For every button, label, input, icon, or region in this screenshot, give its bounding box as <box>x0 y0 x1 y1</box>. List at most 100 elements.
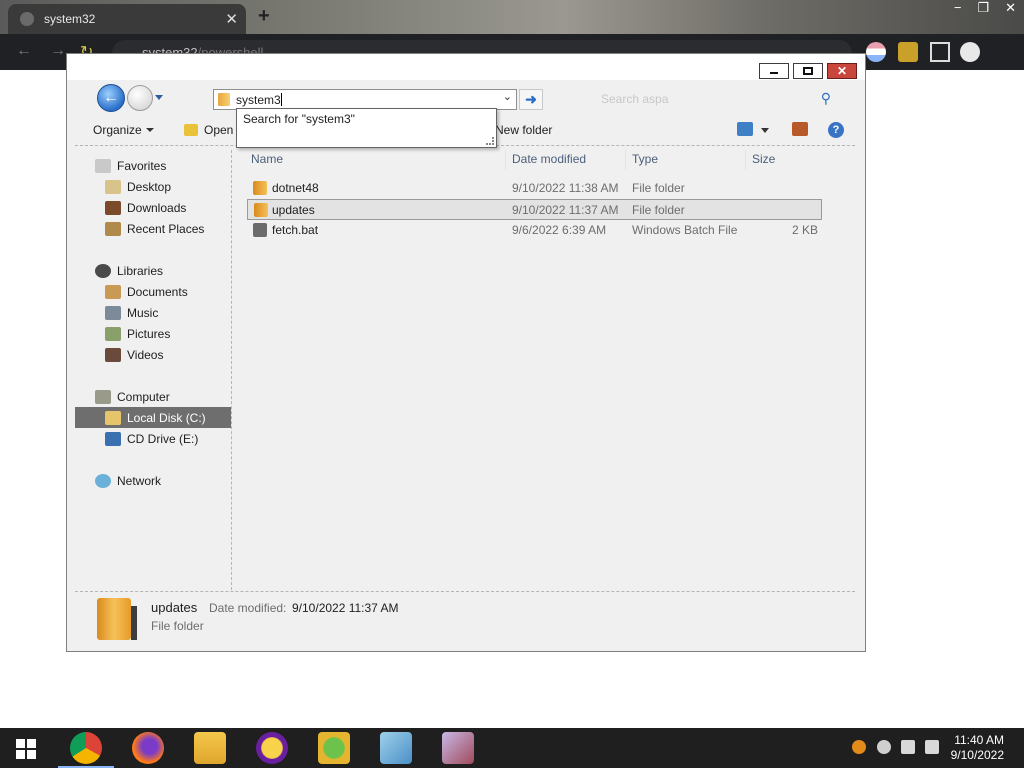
nav-local-disk[interactable]: Local Disk (C:) <box>75 407 231 428</box>
game-taskbar-icon[interactable] <box>318 732 350 764</box>
browser-back-icon[interactable]: ← <box>16 42 32 60</box>
search-placeholder: Search aspa <box>601 92 669 106</box>
column-header-name[interactable]: Name <box>251 152 283 166</box>
tab-close-icon[interactable]: ✕ <box>225 10 238 28</box>
taskbar: 11:40 AM 9/10/2022 <box>0 728 1024 768</box>
nav-label: Local Disk (C:) <box>127 410 206 425</box>
help-icon[interactable]: ? <box>828 122 844 138</box>
notepad-taskbar-icon[interactable] <box>380 732 412 764</box>
nav-label: Network <box>117 473 162 488</box>
nav-label: Downloads <box>127 200 187 215</box>
nav-libraries[interactable]: Libraries <box>95 260 163 281</box>
column-separator[interactable] <box>505 150 506 170</box>
browser-forward-icon[interactable]: → <box>50 42 66 60</box>
column-separator[interactable] <box>745 150 746 170</box>
selected-folder-icon <box>97 598 137 640</box>
chrome-taskbar-icon[interactable] <box>58 732 114 768</box>
folder-icon <box>253 181 267 195</box>
tab-favicon-icon <box>20 12 34 26</box>
resize-grip-icon[interactable] <box>486 137 494 145</box>
desktop-icon <box>105 179 121 194</box>
file-name: fetch.bat <box>272 223 319 237</box>
nav-cd-drive[interactable]: CD Drive (E:) <box>105 428 198 449</box>
close-button[interactable]: ✕ <box>827 63 857 79</box>
pictures-icon <box>105 326 121 341</box>
preview-pane-icon[interactable] <box>792 122 808 136</box>
star-icon <box>95 158 111 173</box>
downloads-icon <box>105 200 121 215</box>
details-pane: updates Date modified: 9/10/2022 11:37 A… <box>75 592 855 646</box>
taskbar-clock[interactable]: 11:40 AM 9/10/2022 <box>951 733 1004 763</box>
local-disk-icon <box>105 410 121 425</box>
nav-documents[interactable]: Documents <box>105 281 188 302</box>
folder-icon <box>218 93 230 106</box>
nav-label: Computer <box>117 389 170 404</box>
file-explorer-taskbar-icon[interactable] <box>194 732 226 764</box>
navigation-pane: Favorites Desktop Downloads Recent Place… <box>75 150 232 590</box>
organize-button[interactable]: Organize <box>93 123 154 137</box>
browser-minimize-button[interactable]: − <box>954 0 962 16</box>
browser-close-button[interactable]: ✕ <box>1005 0 1016 16</box>
back-button[interactable]: ← <box>97 84 125 112</box>
browser-tab[interactable]: system32 ✕ <box>8 4 246 34</box>
file-row-fetch-bat[interactable]: fetch.bat 9/6/2022 6:39 AM Windows Batch… <box>247 220 822 241</box>
tray-status-icon[interactable] <box>877 740 891 754</box>
address-bar[interactable]: system3 ⌄ <box>213 89 517 110</box>
browser-window-controls: − ❐ ✕ <box>954 0 1016 16</box>
open-icon <box>184 124 198 136</box>
recent-pages-dropdown-icon[interactable] <box>155 95 163 100</box>
documents-icon <box>105 284 121 299</box>
nav-favorites[interactable]: Favorites <box>95 155 166 176</box>
nav-desktop[interactable]: Desktop <box>105 176 171 197</box>
nav-videos[interactable]: Videos <box>105 344 163 365</box>
minimize-button[interactable] <box>759 63 789 79</box>
nav-recent-places[interactable]: Recent Places <box>105 218 204 239</box>
folder-icon <box>254 203 268 217</box>
nav-music[interactable]: Music <box>105 302 158 323</box>
column-header-date-modified[interactable]: Date modified <box>512 152 586 166</box>
change-view-icon[interactable] <box>737 122 753 136</box>
side-panel-icon[interactable] <box>930 42 950 62</box>
nav-label: Desktop <box>127 179 172 194</box>
file-row-dotnet48[interactable]: dotnet48 9/10/2022 11:38 AM File folder <box>247 178 822 199</box>
tab-title: system32 <box>44 12 96 26</box>
browser-maximize-button[interactable]: ❐ <box>977 0 989 16</box>
profile-avatar-icon[interactable] <box>960 42 980 62</box>
new-folder-button[interactable]: New folder <box>495 123 552 137</box>
file-row-updates[interactable]: updates 9/10/2022 11:37 AM File folder <box>247 199 822 220</box>
search-icon[interactable]: ⚲ <box>821 90 831 107</box>
file-date: 9/10/2022 11:38 AM <box>512 181 619 195</box>
autocomplete-search-suggestion[interactable]: Search for "system3" <box>243 112 355 126</box>
column-separator[interactable] <box>625 150 626 170</box>
address-dropdown-icon[interactable]: ⌄ <box>503 90 512 103</box>
libraries-icon <box>95 263 111 278</box>
column-header-size[interactable]: Size <box>752 152 775 166</box>
profile-flag-icon[interactable] <box>866 42 886 62</box>
search-tray-icon[interactable] <box>852 740 866 754</box>
view-options-chevron-icon[interactable] <box>761 128 769 133</box>
file-type: File folder <box>632 203 685 217</box>
new-tab-button[interactable]: + <box>258 5 270 28</box>
address-input-text: system3 <box>236 93 281 107</box>
firefox-taskbar-icon[interactable] <box>132 732 164 764</box>
forward-button[interactable] <box>127 85 153 111</box>
file-type: File folder <box>632 181 685 195</box>
nav-computer[interactable]: Computer <box>95 386 170 407</box>
windows-start-icon[interactable] <box>16 739 36 759</box>
open-button[interactable]: Open <box>184 123 233 137</box>
nav-network[interactable]: Network <box>95 470 161 491</box>
app-taskbar-icon[interactable] <box>442 732 474 764</box>
explorer-window: ✕ ← system3 ⌄ ➜ Search aspa ⚲ Organize O… <box>66 53 866 652</box>
extensions-puzzle-icon[interactable] <box>898 42 918 62</box>
yahoo-messenger-taskbar-icon[interactable] <box>256 732 288 764</box>
go-button[interactable]: ➜ <box>519 89 543 110</box>
column-header-type[interactable]: Type <box>632 152 658 166</box>
network-tray-icon[interactable] <box>901 740 915 754</box>
nav-downloads[interactable]: Downloads <box>105 197 186 218</box>
address-autocomplete-dropdown[interactable]: Search for "system3" <box>236 108 497 148</box>
browser-tabstrip: system32 ✕ + − ❐ ✕ <box>0 0 1024 34</box>
search-input[interactable]: Search aspa ⚲ <box>589 89 835 110</box>
nav-pictures[interactable]: Pictures <box>105 323 170 344</box>
volume-tray-icon[interactable] <box>925 740 939 754</box>
maximize-button[interactable] <box>793 63 823 79</box>
